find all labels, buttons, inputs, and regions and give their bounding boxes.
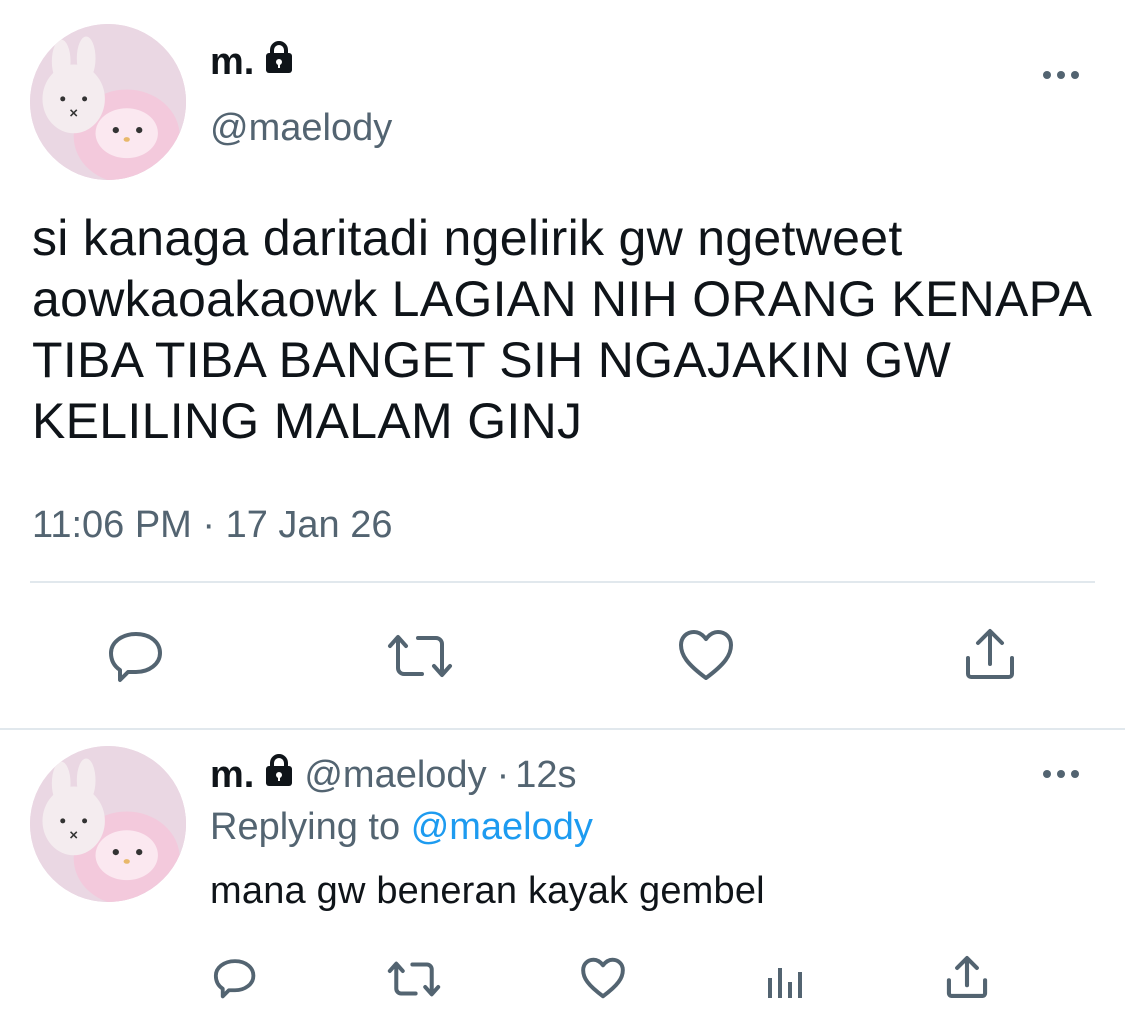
display-name[interactable]: m. [210, 40, 294, 84]
reply-like-button[interactable] [580, 956, 626, 1000]
more-options-icon[interactable] [1043, 71, 1079, 79]
avatar-plush-image [30, 746, 186, 902]
reply-reply-button[interactable] [212, 956, 258, 1000]
section-divider [0, 728, 1125, 730]
reply-avatar[interactable] [30, 746, 186, 902]
share-icon [946, 956, 988, 998]
retweet-icon [388, 635, 452, 677]
reply-display-name[interactable]: m. [210, 752, 254, 798]
avatar-plush-image [30, 24, 186, 180]
display-name-text[interactable]: m. [210, 40, 254, 84]
like-button[interactable] [677, 628, 735, 682]
lock-icon [264, 752, 294, 798]
divider [30, 581, 1095, 583]
reply-header: m. @maelody · 12s [210, 752, 577, 798]
like-icon [581, 957, 625, 999]
reply-handle[interactable]: @maelody [304, 752, 486, 798]
reply-analytics-button[interactable] [764, 958, 808, 1002]
share-icon [966, 629, 1014, 679]
reply-text: mana gw beneran kayak gembel [210, 870, 765, 912]
handle[interactable]: @maelody [210, 106, 392, 150]
reply-icon [213, 959, 256, 999]
replying-to-label: Replying to [210, 806, 401, 848]
reply-age[interactable]: 12s [515, 752, 576, 798]
reply-share-button[interactable] [944, 954, 990, 1000]
lock-icon [264, 40, 294, 84]
reply-button[interactable] [106, 628, 166, 684]
analytics-icon [768, 968, 802, 998]
retweet-icon [387, 961, 441, 997]
replying-to: Replying to @maelody [210, 804, 593, 850]
replying-to-link[interactable]: @maelody [411, 806, 593, 848]
retweet-button[interactable] [384, 630, 456, 682]
share-button[interactable] [962, 626, 1018, 682]
timestamp[interactable]: 11:06 PM · 17 Jan 26 [32, 502, 393, 548]
like-icon [679, 630, 733, 680]
reply-more-options-icon[interactable] [1043, 770, 1079, 778]
reply-retweet-button[interactable] [385, 958, 443, 1000]
separator-dot: · [496, 754, 510, 796]
avatar[interactable] [30, 24, 186, 180]
reply-icon [109, 632, 162, 682]
tweet-text: si kanaga daritadi ngelirik gw ngetweet … [32, 210, 1090, 449]
